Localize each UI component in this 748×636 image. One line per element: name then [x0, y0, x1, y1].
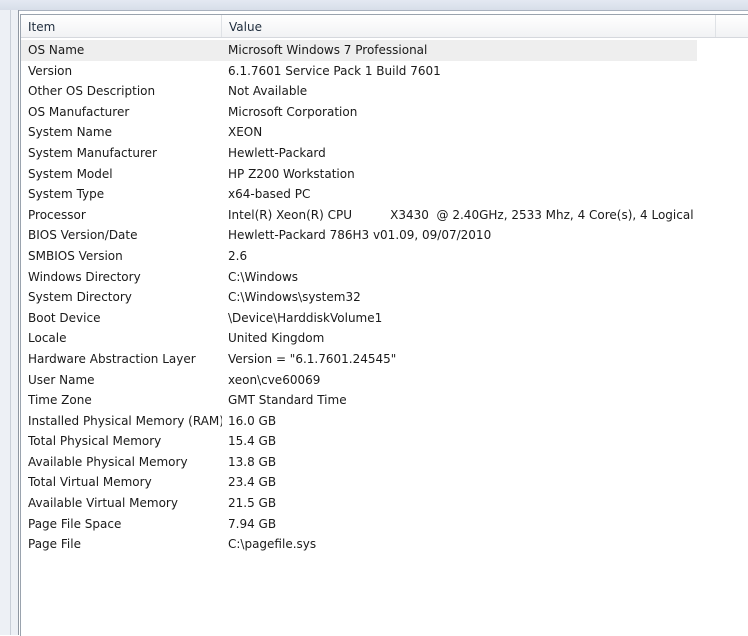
column-header-filler: [716, 15, 748, 37]
list-header: Item Value: [21, 15, 748, 38]
value-cell: HP Z200 Workstation: [228, 166, 355, 181]
item-cell: System Model: [28, 166, 113, 181]
value-cell: Microsoft Windows 7 Professional: [228, 43, 428, 57]
item-cell: Total Virtual Memory: [28, 475, 152, 490]
item-cell: OS Name: [28, 43, 85, 57]
item-cell: Page File: [28, 537, 81, 552]
item-cell: System Directory: [28, 290, 132, 305]
value-cell: Microsoft Corporation: [228, 104, 358, 119]
item-cell: Windows Directory: [28, 269, 141, 284]
item-cell: Time Zone: [28, 393, 92, 408]
table-row[interactable]: Available Physical Memory 13.8 GB: [21, 452, 697, 473]
value-cell: GMT Standard Time: [228, 393, 347, 408]
item-cell: Processor: [28, 207, 86, 222]
value-cell: x64-based PC: [228, 187, 311, 202]
table-row[interactable]: OS Name Microsoft Windows 7 Professional: [21, 40, 697, 61]
item-cell: BIOS Version/Date: [28, 228, 138, 243]
value-cell: Hewlett-Packard: [228, 145, 326, 160]
table-row[interactable]: Total Virtual Memory 23.4 GB: [21, 472, 697, 493]
table-row[interactable]: System Manufacturer Hewlett-Packard: [21, 143, 697, 164]
item-cell: Hardware Abstraction Layer: [28, 351, 196, 366]
value-cell: Version = "6.1.7601.24545": [228, 351, 397, 366]
value-cell: Hewlett-Packard 786H3 v01.09, 09/07/2010: [228, 228, 492, 243]
value-cell: 13.8 GB: [228, 454, 277, 469]
table-row[interactable]: Processor Intel(R) Xeon(R) CPU X3430 @ 2…: [21, 205, 697, 226]
column-header-value[interactable]: Value: [222, 15, 716, 37]
item-cell: Boot Device: [28, 310, 101, 325]
pane-divider: [10, 10, 11, 635]
item-cell: Version: [28, 63, 73, 78]
table-row[interactable]: System Type x64-based PC: [21, 184, 697, 205]
table-row[interactable]: OS Manufacturer Microsoft Corporation: [21, 102, 697, 123]
item-cell: Available Virtual Memory: [28, 496, 178, 511]
value-cell: 2.6: [228, 248, 248, 263]
list-rows: OS Name Microsoft Windows 7 Professional…: [21, 40, 697, 555]
table-row[interactable]: Other OS Description Not Available: [21, 81, 697, 102]
item-cell: SMBIOS Version: [28, 248, 123, 263]
value-cell: XEON: [228, 125, 263, 140]
value-cell: 6.1.7601 Service Pack 1 Build 7601: [228, 63, 441, 78]
window-top-strip: [0, 0, 748, 11]
table-row[interactable]: Boot Device \Device\HarddiskVolume1: [21, 308, 697, 329]
value-cell: 21.5 GB: [228, 496, 277, 511]
value-cell: \Device\HarddiskVolume1: [228, 310, 383, 325]
table-row[interactable]: User Name xeon\cve60069: [21, 370, 697, 391]
table-row[interactable]: Hardware Abstraction Layer Version = "6.…: [21, 349, 697, 370]
table-row[interactable]: Available Virtual Memory 21.5 GB: [21, 493, 697, 514]
item-cell: Installed Physical Memory (RAM): [28, 413, 222, 428]
system-summary-list[interactable]: Item Value OS Name Microsoft Windows 7 P…: [20, 14, 748, 636]
table-row[interactable]: Page File C:\pagefile.sys: [21, 534, 697, 555]
table-row[interactable]: SMBIOS Version 2.6: [21, 246, 697, 267]
table-row[interactable]: Page File Space 7.94 GB: [21, 514, 697, 535]
item-cell: Page File Space: [28, 516, 122, 531]
table-row[interactable]: Installed Physical Memory (RAM) 16.0 GB: [21, 411, 697, 432]
value-cell: Not Available: [228, 84, 308, 99]
value-cell: United Kingdom: [228, 331, 325, 346]
value-cell: 15.4 GB: [228, 434, 277, 449]
table-row[interactable]: Locale United Kingdom: [21, 328, 697, 349]
table-row[interactable]: Windows Directory C:\Windows: [21, 267, 697, 288]
item-cell: System Manufacturer: [28, 145, 157, 160]
item-cell: Other OS Description: [28, 84, 156, 99]
value-cell: xeon\cve60069: [228, 372, 321, 387]
table-row[interactable]: BIOS Version/Date Hewlett-Packard 786H3 …: [21, 225, 697, 246]
item-cell: System Type: [28, 187, 105, 202]
item-cell: OS Manufacturer: [28, 104, 130, 119]
table-row[interactable]: Version 6.1.7601 Service Pack 1 Build 76…: [21, 61, 697, 82]
item-cell: Available Physical Memory: [28, 454, 188, 469]
category-tree-pane[interactable]: [0, 10, 19, 635]
value-cell: 23.4 GB: [228, 475, 277, 490]
item-cell: System Name: [28, 125, 112, 140]
value-cell: Intel(R) Xeon(R) CPU X3430 @ 2.40GHz, 25…: [228, 207, 693, 222]
item-cell: User Name: [28, 372, 95, 387]
value-cell: C:\pagefile.sys: [228, 537, 317, 552]
item-cell: Total Physical Memory: [28, 434, 162, 449]
table-row[interactable]: System Model HP Z200 Workstation: [21, 164, 697, 185]
value-cell: 7.94 GB: [228, 516, 277, 531]
table-row[interactable]: Time Zone GMT Standard Time: [21, 390, 697, 411]
item-cell: Locale: [28, 331, 67, 346]
table-row[interactable]: Total Physical Memory 15.4 GB: [21, 431, 697, 452]
table-row[interactable]: System Name XEON: [21, 122, 697, 143]
table-row[interactable]: System Directory C:\Windows\system32: [21, 287, 697, 308]
value-cell: 16.0 GB: [228, 413, 277, 428]
column-header-item[interactable]: Item: [21, 15, 222, 37]
value-cell: C:\Windows: [228, 269, 299, 284]
value-cell: C:\Windows\system32: [228, 290, 361, 305]
